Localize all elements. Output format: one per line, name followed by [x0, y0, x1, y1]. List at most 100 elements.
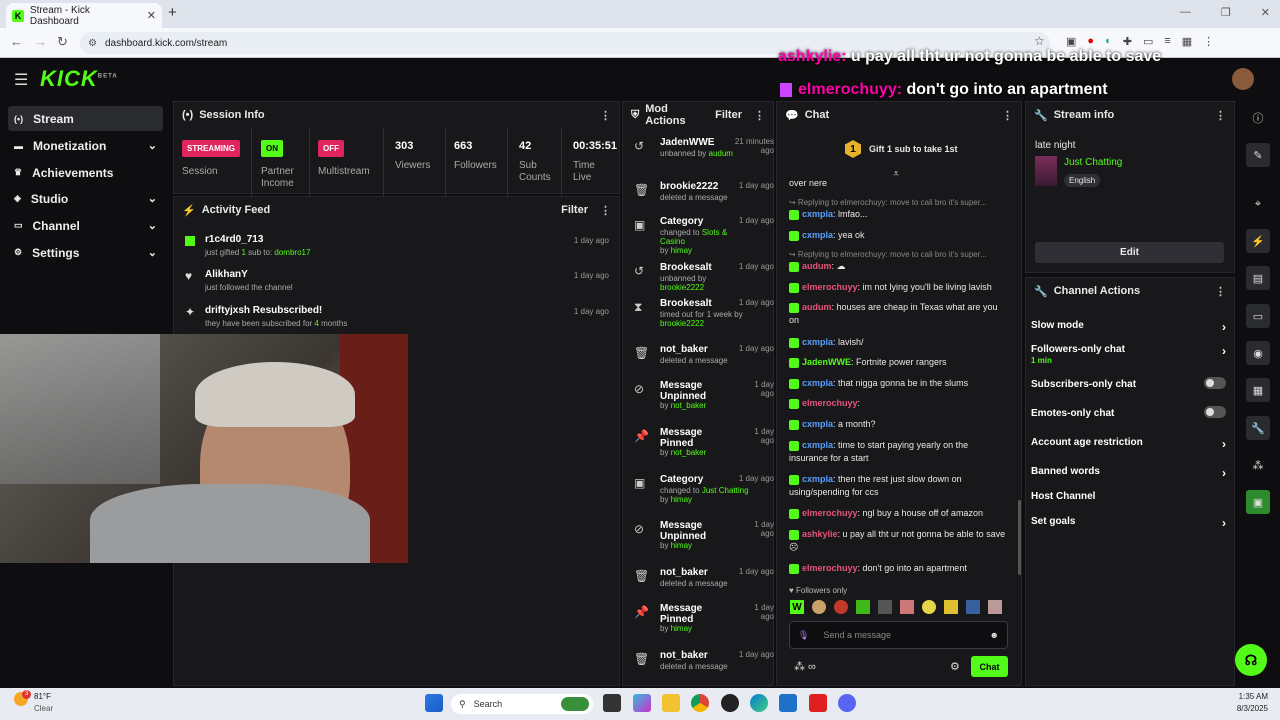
- chat-username[interactable]: elmerochuyy: [802, 563, 858, 573]
- chat-message[interactable]: cxmpla: yea ok: [789, 229, 1009, 242]
- chat-username[interactable]: JadenWWE: [802, 357, 851, 367]
- sidebar-item-settings[interactable]: ⚙ Settings ⌄: [8, 240, 163, 265]
- chat-username[interactable]: elmerochuyy: [802, 508, 858, 518]
- extension-icon[interactable]: ▣: [1066, 35, 1076, 48]
- pencil-icon[interactable]: ✎: [1246, 143, 1270, 167]
- emote-icon[interactable]: [988, 600, 1002, 614]
- chat-message[interactable]: cxmpla: lmfao...: [789, 208, 1009, 221]
- channel-action-item[interactable]: Followers-only chat 1 min ›: [1031, 344, 1226, 365]
- chat-username[interactable]: audum: [802, 302, 832, 312]
- sidebar-item-achievements[interactable]: ♛ Achievements: [8, 160, 163, 185]
- emote-icon[interactable]: [966, 600, 980, 614]
- broadcast-icon[interactable]: ◉: [1246, 341, 1270, 365]
- extensions-icon[interactable]: ⁂: [1246, 453, 1270, 477]
- channel-action-item[interactable]: Subscribers-only chat: [1031, 377, 1226, 390]
- maximize-icon[interactable]: ❐: [1221, 6, 1231, 19]
- chat-message[interactable]: JadenWWE: Fortnite power rangers: [789, 356, 1009, 369]
- chat-tools-icon[interactable]: ⁂ ∞: [794, 660, 816, 673]
- edit-stream-button[interactable]: Edit: [1035, 242, 1224, 263]
- chat-message[interactable]: cxmpla: lavish/: [789, 336, 1009, 349]
- profile-icon[interactable]: ▦: [1182, 35, 1192, 48]
- site-info-icon[interactable]: ⚙: [88, 38, 97, 49]
- forward-icon[interactable]: →: [34, 34, 47, 49]
- emoji-icon[interactable]: ☻: [990, 630, 999, 640]
- task-view-icon[interactable]: [603, 694, 621, 712]
- emote-icon[interactable]: [878, 600, 892, 614]
- channel-action-item[interactable]: Emotes-only chat: [1031, 406, 1226, 419]
- lightning-icon[interactable]: ⚡: [1246, 229, 1270, 253]
- user-avatar[interactable]: [1232, 68, 1254, 90]
- chat-scrollbar[interactable]: [1018, 500, 1021, 575]
- obs-icon[interactable]: [721, 694, 739, 712]
- taskbar-search[interactable]: ⚲ Search: [451, 694, 593, 714]
- send-chat-button[interactable]: Chat: [971, 656, 1008, 677]
- chat-message[interactable]: elmerochuyy: don't go into an apartment: [789, 562, 1009, 575]
- chat-message[interactable]: elmerochuyy:: [789, 397, 1009, 410]
- chat-username[interactable]: ashkylie: [802, 529, 838, 539]
- chat-username[interactable]: cxmpla: [802, 419, 833, 429]
- discord-icon[interactable]: [838, 694, 856, 712]
- more-options-icon[interactable]: ⋮: [754, 109, 765, 122]
- more-options-icon[interactable]: ⋮: [600, 109, 611, 122]
- reading-list-icon[interactable]: ≡: [1164, 35, 1170, 48]
- kick-logo[interactable]: KICKBETA: [40, 66, 118, 92]
- bookmark-star-icon[interactable]: ☆: [1034, 34, 1045, 48]
- emote-icon[interactable]: [944, 600, 958, 614]
- menu-icon[interactable]: ⋮: [1203, 35, 1214, 48]
- windows-start-icon[interactable]: [425, 694, 443, 712]
- off-badge[interactable]: OFF: [318, 140, 344, 157]
- filter-button[interactable]: Filter: [561, 204, 588, 216]
- chat-message[interactable]: elmerochuyy: im not lying you'll be livi…: [789, 281, 1009, 294]
- chat-message[interactable]: ashkylie: u pay all tht ur not gonna be …: [789, 528, 1009, 554]
- chat-username[interactable]: cxmpla: [802, 474, 833, 484]
- chat-username[interactable]: elmerochuyy: [802, 282, 858, 292]
- chat-message[interactable]: audum: ☁: [789, 260, 1009, 273]
- chat-username[interactable]: cxmpla: [802, 337, 833, 347]
- more-options-icon[interactable]: ⋮: [1215, 109, 1226, 122]
- edge-icon[interactable]: [750, 694, 768, 712]
- back-icon[interactable]: ←: [10, 34, 23, 49]
- reload-icon[interactable]: ↻: [57, 34, 68, 50]
- channel-action-item[interactable]: Banned words ›: [1031, 466, 1226, 480]
- emote-icon[interactable]: [834, 600, 848, 614]
- youtube-icon[interactable]: [809, 694, 827, 712]
- sidebar-item-monetization[interactable]: ▬ Monetization ⌄: [8, 133, 163, 158]
- clipboard-icon[interactable]: ▤: [1246, 266, 1270, 290]
- more-options-icon[interactable]: ⋮: [1002, 109, 1013, 122]
- microphone-icon[interactable]: 🎙: [798, 630, 809, 641]
- extension-icon[interactable]: ▭: [1143, 35, 1153, 48]
- chat-username[interactable]: audum: [802, 261, 832, 271]
- filter-button[interactable]: Filter: [715, 109, 742, 121]
- file-explorer-icon[interactable]: [662, 694, 680, 712]
- chat-message[interactable]: cxmpla: time to start paying yearly on t…: [789, 439, 1009, 465]
- channel-action-item[interactable]: Slow mode ›: [1031, 320, 1226, 334]
- extension-icon[interactable]: ◐: [1105, 35, 1112, 48]
- chat-username[interactable]: cxmpla: [802, 209, 833, 219]
- emote-icon[interactable]: [900, 600, 914, 614]
- close-tab-icon[interactable]: ✕: [147, 9, 156, 22]
- emote-icon[interactable]: [812, 600, 826, 614]
- layout-icon[interactable]: ▦: [1246, 378, 1270, 402]
- hamburger-menu-icon[interactable]: ☰: [14, 70, 28, 90]
- toggle-switch[interactable]: [1204, 406, 1226, 418]
- browser-tab[interactable]: K Stream - Kick Dashboard ✕: [6, 3, 162, 28]
- wrench-icon[interactable]: 🔧: [1246, 416, 1270, 440]
- puzzle-icon[interactable]: ✚: [1123, 35, 1132, 48]
- copilot-icon[interactable]: [633, 694, 651, 712]
- new-tab-icon[interactable]: +: [168, 4, 177, 21]
- sidebar-item-stream[interactable]: (•) Stream: [8, 106, 163, 131]
- chat-username[interactable]: cxmpla: [802, 440, 833, 450]
- more-options-icon[interactable]: ⋮: [600, 204, 611, 217]
- info-icon[interactable]: ⓘ: [1246, 106, 1270, 130]
- on-badge[interactable]: ON: [261, 140, 283, 157]
- sidebar-item-channel[interactable]: ▭ Channel ⌄: [8, 213, 163, 238]
- gift-sub-banner[interactable]: 1 Gift 1 sub to take 1st: [845, 139, 1010, 159]
- chat-message[interactable]: cxmpla: a month?: [789, 418, 1009, 431]
- close-window-icon[interactable]: ✕: [1261, 6, 1270, 19]
- chat-message[interactable]: over nere: [789, 177, 1009, 190]
- store-icon[interactable]: [779, 694, 797, 712]
- chat-username[interactable]: cxmpla: [802, 230, 833, 240]
- chrome-icon[interactable]: [691, 694, 709, 712]
- emote-icon[interactable]: [856, 600, 870, 614]
- emote-icon[interactable]: W: [790, 600, 804, 614]
